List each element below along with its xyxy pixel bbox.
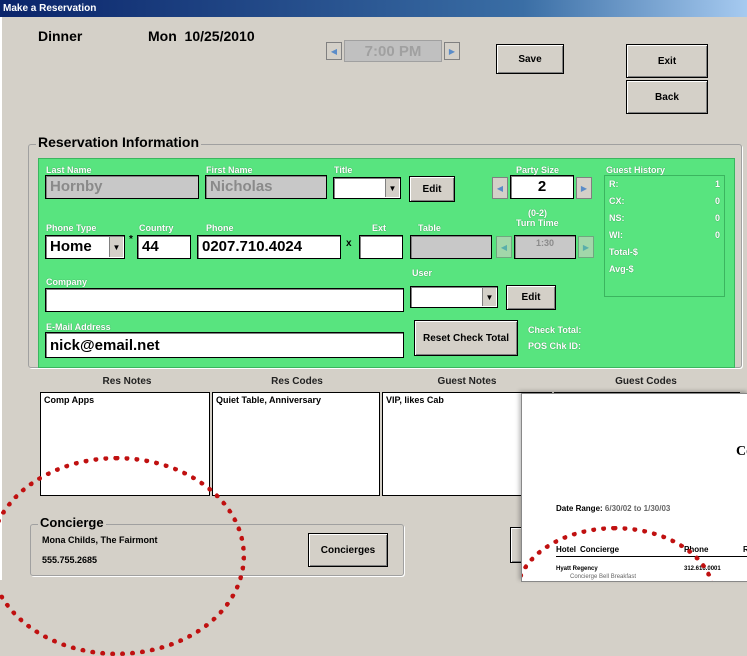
- report-title: Conci: [736, 444, 747, 459]
- history-label: Avg-$: [609, 264, 634, 274]
- ext-separator: x: [346, 238, 352, 249]
- col-ro: Ro: [743, 545, 747, 554]
- res-codes-box[interactable]: Quiet Table, Anniversary: [212, 392, 380, 496]
- exit-button[interactable]: Exit: [626, 44, 708, 78]
- history-value: 0: [714, 196, 720, 206]
- turn-time-decrease-button[interactable]: ◀: [496, 236, 512, 258]
- time-prev-button[interactable]: ◀: [326, 42, 342, 60]
- ext-field[interactable]: [359, 235, 403, 259]
- concierge-highlight-circle: [0, 456, 246, 656]
- user-label: User: [412, 268, 433, 278]
- user-edit-button[interactable]: Edit: [506, 285, 556, 310]
- save-button[interactable]: Save: [496, 44, 564, 74]
- meal-period: Dinner: [38, 28, 83, 44]
- title-label: Title: [334, 165, 353, 175]
- turn-time-increase-button[interactable]: ▶: [578, 236, 594, 258]
- guest-codes-header: Guest Codes: [615, 376, 677, 387]
- history-value: 1: [714, 179, 720, 189]
- ext-label: Ext: [372, 223, 387, 233]
- user-select[interactable]: ▼: [410, 286, 498, 308]
- first-name-label: First Name: [206, 165, 253, 175]
- history-label: NS:: [609, 213, 625, 223]
- back-button[interactable]: Back: [626, 80, 708, 114]
- country-code-field[interactable]: 44: [137, 235, 191, 259]
- report-date-range: Date Range: 6/30/02 to 1/30/03: [556, 504, 670, 513]
- reservation-info-title: Reservation Information: [36, 134, 202, 150]
- history-label: Total-$: [609, 247, 638, 257]
- date-range-from: 6/30/02: [604, 504, 632, 513]
- phone-type-label: Phone Type: [46, 223, 97, 233]
- chevron-down-icon[interactable]: ▼: [482, 288, 496, 306]
- history-label: CX:: [609, 196, 625, 206]
- time-display: 7:00 PM: [344, 40, 442, 62]
- history-row: NS: 0: [609, 213, 720, 230]
- date-range-to-word: to: [633, 504, 642, 513]
- history-label: R:: [609, 179, 619, 189]
- history-row: Avg-$: [609, 264, 720, 281]
- right-arrow-icon: ▶: [580, 183, 588, 193]
- date-range-to: 1/30/03: [643, 504, 671, 513]
- turn-time-field[interactable]: 1:30: [514, 235, 576, 259]
- country-label: Country: [139, 223, 174, 233]
- right-arrow-icon: ▶: [582, 242, 590, 252]
- phone-field[interactable]: 0207.710.4024: [197, 235, 341, 259]
- party-size-decrease-button[interactable]: ◀: [492, 177, 508, 199]
- history-row: CX: 0: [609, 196, 720, 213]
- history-label: WI:: [609, 230, 623, 240]
- first-name-field[interactable]: Nicholas: [205, 175, 327, 199]
- history-row: WI: 0: [609, 230, 720, 247]
- guest-history-box: R: 1 CX: 0 NS: 0 WI: 0 Total-$ Avg-$: [604, 175, 725, 297]
- left-arrow-icon: ◀: [496, 183, 504, 193]
- table-label: Table: [418, 223, 441, 233]
- history-row: Total-$: [609, 247, 720, 264]
- left-arrow-icon: ◀: [500, 242, 508, 252]
- res-codes-header: Res Codes: [271, 376, 323, 387]
- reservation-date: Mon 10/25/2010: [148, 28, 255, 44]
- company-label: Company: [46, 277, 88, 287]
- title-select[interactable]: ▼: [333, 177, 401, 199]
- report-highlight-circle: [522, 526, 716, 581]
- concierge-report-overlay: Conci Date Range: 6/30/02 to 1/30/03 Hot…: [521, 393, 747, 582]
- guest-notes-header: Guest Notes: [437, 376, 497, 387]
- res-notes-header: Res Notes: [102, 376, 152, 387]
- pos-check-id-label: POS Chk ID:: [528, 341, 582, 351]
- phone-type-select[interactable]: Home ▼: [45, 235, 125, 259]
- check-total-label: Check Total:: [528, 325, 582, 335]
- history-row: R: 1: [609, 179, 720, 196]
- right-arrow-icon: ▶: [448, 46, 456, 56]
- title-edit-button[interactable]: Edit: [409, 176, 455, 202]
- left-arrow-icon: ◀: [330, 46, 338, 56]
- window-title-bar[interactable]: Make a Reservation: [0, 0, 747, 17]
- last-name-field[interactable]: Hornby: [45, 175, 199, 199]
- date-range-label: Date Range:: [556, 504, 603, 513]
- phone-type-value: Home: [50, 238, 92, 255]
- time-next-button[interactable]: ▶: [444, 42, 460, 60]
- turn-time-label: Turn Time: [516, 218, 559, 228]
- company-field[interactable]: [45, 288, 404, 312]
- chevron-down-icon[interactable]: ▼: [109, 237, 123, 257]
- guest-history-label: Guest History: [606, 165, 666, 175]
- table-field[interactable]: [410, 235, 492, 259]
- reset-check-total-button[interactable]: Reset Check Total: [414, 320, 518, 356]
- history-value: 0: [714, 230, 720, 240]
- phone-label: Phone: [206, 223, 234, 233]
- party-size-label: Party Size: [516, 165, 560, 175]
- chevron-down-icon[interactable]: ▼: [385, 179, 399, 197]
- party-size-increase-button[interactable]: ▶: [576, 177, 592, 199]
- history-value: 0: [714, 213, 720, 223]
- required-asterisk: *: [129, 234, 133, 245]
- email-label: E-Mail Address: [46, 322, 111, 332]
- window-title: Make a Reservation: [3, 3, 97, 14]
- concierges-button[interactable]: Concierges: [308, 533, 388, 567]
- party-size-field[interactable]: 2: [510, 175, 574, 199]
- party-size-range: (0-2): [528, 208, 548, 218]
- last-name-label: Last Name: [46, 165, 92, 175]
- email-field[interactable]: nick@email.net: [45, 332, 404, 358]
